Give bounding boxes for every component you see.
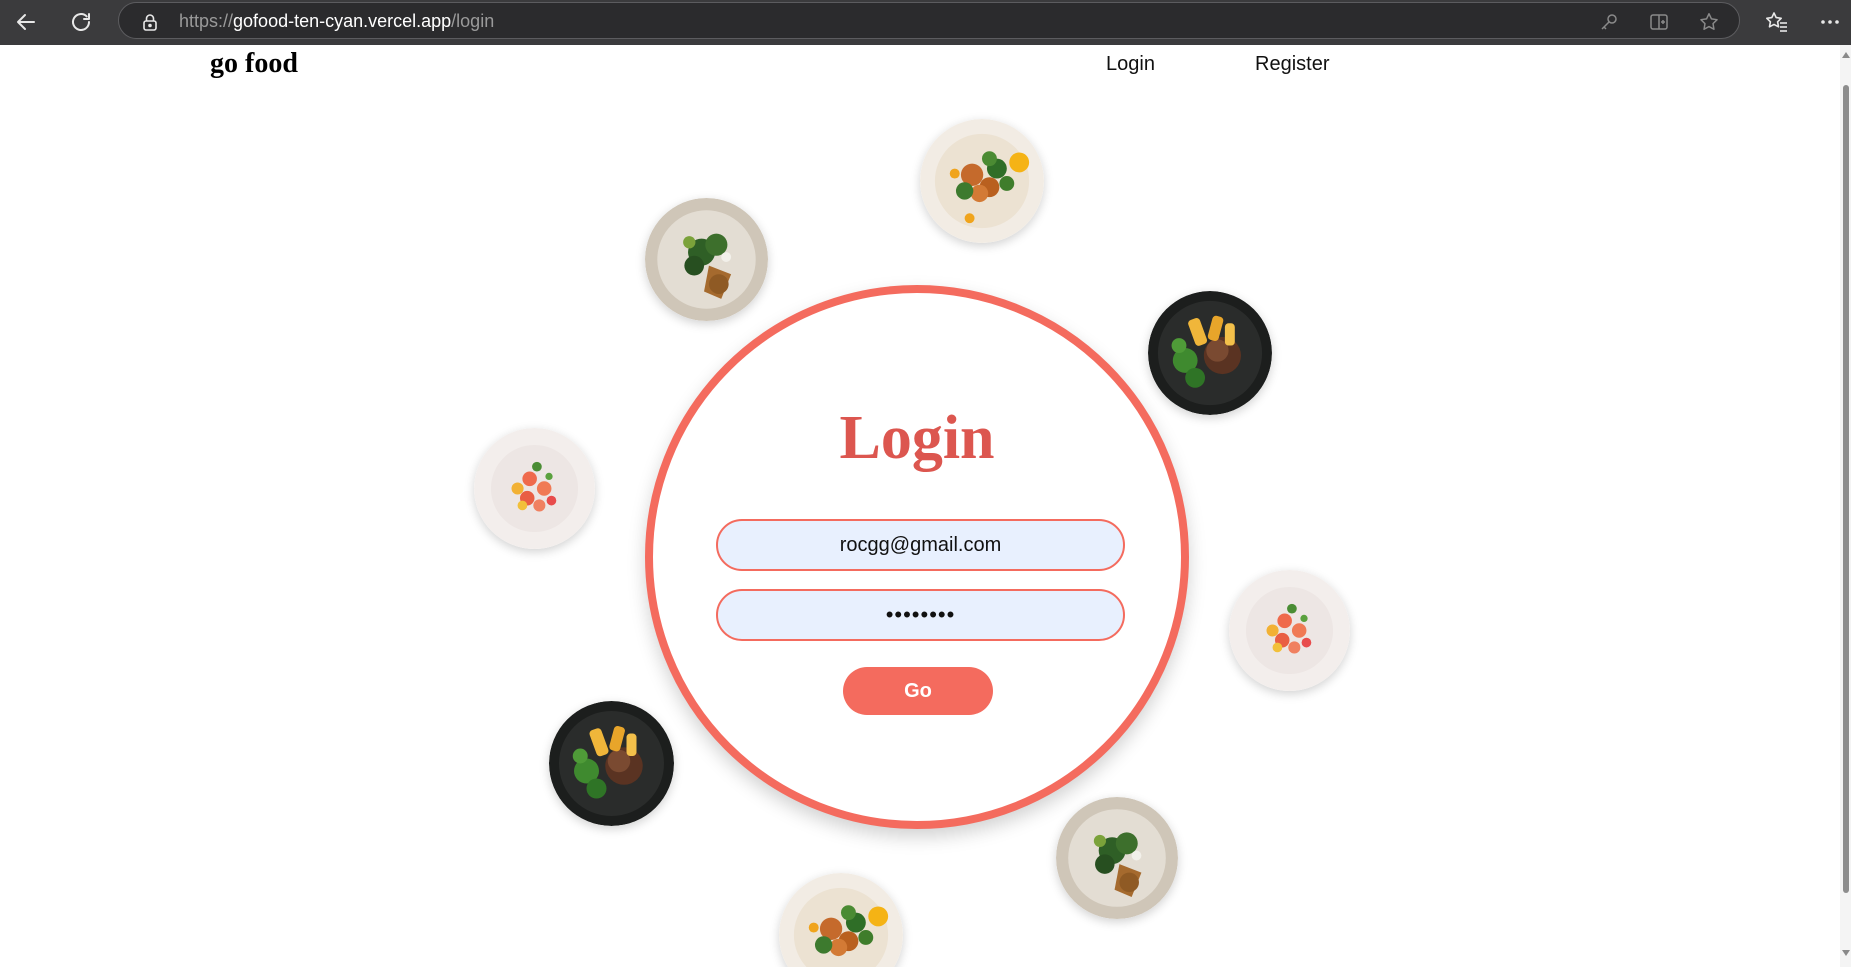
login-form: Login rocgg@gmail.com •••••••• Go xyxy=(645,285,1189,829)
star-icon[interactable] xyxy=(1697,10,1721,34)
url-prefix: https:// xyxy=(179,11,234,31)
lock-icon[interactable] xyxy=(141,12,159,37)
password-field[interactable]: •••••••• xyxy=(716,589,1125,641)
nav-login-link[interactable]: Login xyxy=(1106,53,1155,76)
chicken-greens-plate-icon xyxy=(645,198,768,321)
brand-logo[interactable]: go food xyxy=(210,48,298,80)
url-text[interactable]: https://gofood-ten-cyan.vercel.app/login xyxy=(179,11,494,32)
browser-toolbar: https://gofood-ten-cyan.vercel.app/login xyxy=(0,0,1851,45)
split-screen-icon[interactable] xyxy=(1647,10,1671,34)
scroll-up-icon[interactable] xyxy=(1842,52,1850,58)
url-host: gofood-ten-cyan.vercel.app xyxy=(233,11,452,31)
refresh-icon[interactable] xyxy=(63,5,99,39)
chicken-greens-plate-icon xyxy=(1056,797,1178,919)
steak-fries-plate-icon xyxy=(549,701,674,826)
key-icon[interactable] xyxy=(1597,10,1621,34)
more-icon[interactable] xyxy=(1814,6,1846,38)
scrollbar-thumb[interactable] xyxy=(1843,85,1849,893)
address-bar[interactable]: https://gofood-ten-cyan.vercel.app/login xyxy=(118,2,1740,39)
go-button[interactable]: Go xyxy=(843,667,993,715)
url-path: /login xyxy=(451,11,495,31)
shrimp-plate-icon xyxy=(474,428,595,549)
shrimp-plate-icon xyxy=(1229,570,1350,691)
scroll-down-icon[interactable] xyxy=(1842,950,1850,956)
nav-register-link[interactable]: Register xyxy=(1255,53,1329,76)
steak-fries-plate-icon xyxy=(1148,291,1272,415)
login-title: Login xyxy=(839,404,995,472)
email-field[interactable]: rocgg@gmail.com xyxy=(716,519,1125,571)
back-arrow-icon[interactable] xyxy=(8,5,44,39)
favorites-icon[interactable] xyxy=(1761,6,1793,38)
salad-plate-icon xyxy=(920,119,1044,243)
page-viewport: go food Login Register Login rocgg@gmail… xyxy=(0,45,1840,967)
salad-plate-icon xyxy=(779,873,903,967)
